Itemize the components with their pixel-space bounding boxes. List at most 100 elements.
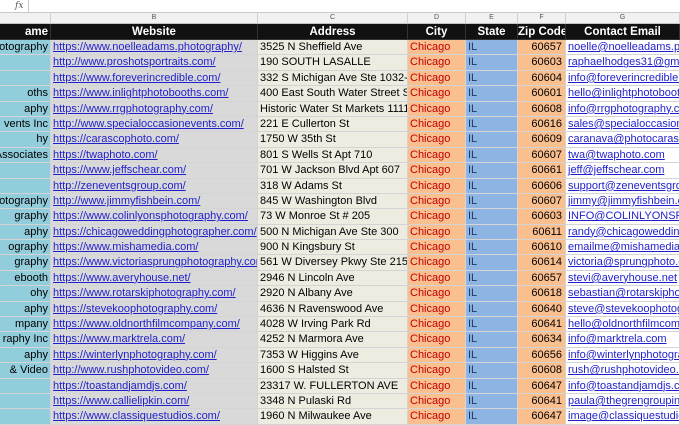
email-link[interactable]: hello@oldnorthfilmcompan	[568, 318, 679, 330]
address-cell[interactable]: 561 W Diversey Pkwy Ste 215	[258, 255, 408, 271]
state-cell[interactable]: IL	[466, 332, 518, 348]
zip-cell[interactable]: 60607	[518, 147, 566, 164]
website-cell[interactable]: https://www.foreverincredible.com/	[51, 70, 258, 87]
website-link[interactable]: https://stevekoophotography.com/	[53, 303, 217, 315]
email-link[interactable]: raphaelhodges31@gmail.co	[568, 56, 679, 68]
address-cell[interactable]: 221 E Cullerton St	[258, 116, 408, 133]
state-cell[interactable]: IL	[466, 86, 518, 102]
email-cell[interactable]: support@zeneventsgroup.c	[566, 178, 680, 194]
zip-cell[interactable]: 60647	[518, 409, 566, 425]
email-cell[interactable]: caranava@photocarasco.co	[566, 132, 680, 148]
column-letter-a[interactable]	[0, 13, 51, 23]
name-cell[interactable]	[0, 70, 51, 87]
name-cell[interactable]: otography	[0, 193, 51, 210]
email-link[interactable]: victoria@sprungphoto.com	[568, 256, 679, 268]
website-link[interactable]: http://www.rushphotovideo.com/	[53, 364, 209, 376]
name-cell[interactable]	[0, 378, 51, 394]
website-link[interactable]: http://zeneventsgroup.com/	[53, 180, 186, 192]
zip-cell[interactable]: 60608	[518, 101, 566, 117]
address-cell[interactable]: 845 W Washington Blvd	[258, 193, 408, 210]
email-cell[interactable]: twa@twaphoto.com	[566, 147, 680, 164]
column-letter-e[interactable]: E	[466, 13, 518, 23]
address-cell[interactable]: 4252 N Marmora Ave	[258, 332, 408, 348]
address-cell[interactable]: 3348 N Pulaski Rd	[258, 393, 408, 410]
state-cell[interactable]: IL	[466, 347, 518, 364]
city-cell[interactable]: Chicago	[408, 55, 466, 71]
website-cell[interactable]: https://www.classiquestudios.com/	[51, 409, 258, 425]
name-cell[interactable]: graphy	[0, 209, 51, 225]
email-cell[interactable]: INFO@COLINLYONSPHOTO	[566, 209, 680, 225]
city-cell[interactable]: Chicago	[408, 163, 466, 179]
address-cell[interactable]: 318 W Adams St	[258, 178, 408, 194]
website-link[interactable]: http://www.proshotsportraits.com/	[53, 56, 216, 68]
function-icon[interactable]: fx	[15, 0, 23, 12]
website-link[interactable]: https://carascophoto.com/	[53, 133, 179, 145]
email-cell[interactable]: paula@thegrengroupinc.co	[566, 393, 680, 410]
website-link[interactable]: https://www.noelleadams.photography/	[53, 41, 242, 53]
header-email[interactable]: Contact Email	[566, 24, 680, 40]
website-cell[interactable]: http://zeneventsgroup.com/	[51, 178, 258, 194]
name-cell[interactable]: aphy	[0, 301, 51, 318]
website-cell[interactable]: https://www.rotarskiphotography.com/	[51, 286, 258, 302]
city-cell[interactable]: Chicago	[408, 363, 466, 379]
zip-cell[interactable]: 60616	[518, 116, 566, 133]
state-cell[interactable]: IL	[466, 409, 518, 425]
state-cell[interactable]: IL	[466, 209, 518, 225]
website-cell[interactable]: https://www.colinlyonsphotography.com/	[51, 209, 258, 225]
state-cell[interactable]: IL	[466, 116, 518, 133]
header-address[interactable]: Address	[258, 24, 408, 40]
name-cell[interactable]: hy	[0, 132, 51, 148]
address-cell[interactable]: 701 W Jackson Blvd Apt 607	[258, 163, 408, 179]
name-cell[interactable]: ohy	[0, 286, 51, 302]
state-cell[interactable]: IL	[466, 132, 518, 148]
name-cell[interactable]: aphy	[0, 101, 51, 117]
name-cell[interactable]: aphy	[0, 224, 51, 241]
name-cell[interactable]: oths	[0, 86, 51, 102]
state-cell[interactable]: IL	[466, 163, 518, 179]
zip-cell[interactable]: 60641	[518, 317, 566, 333]
city-cell[interactable]: Chicago	[408, 70, 466, 87]
zip-cell[interactable]: 60610	[518, 240, 566, 256]
website-link[interactable]: https://www.oldnorthfilmcompany.com/	[53, 318, 240, 330]
city-cell[interactable]: Chicago	[408, 378, 466, 394]
website-link[interactable]: https://www.mishamedia.com/	[53, 241, 199, 253]
address-cell[interactable]: 7353 W Higgins Ave	[258, 347, 408, 364]
email-link[interactable]: hello@inlightphotobooths	[568, 87, 679, 99]
website-cell[interactable]: https://toastandjamdjs.com/	[51, 378, 258, 394]
name-cell[interactable]	[0, 55, 51, 71]
column-letter-d[interactable]: D	[408, 13, 466, 23]
website-cell[interactable]: http://www.proshotsportraits.com/	[51, 55, 258, 71]
zip-cell[interactable]: 60608	[518, 363, 566, 379]
column-letter-g[interactable]: G	[566, 13, 680, 23]
state-cell[interactable]: IL	[466, 55, 518, 71]
website-cell[interactable]: https://chicagoweddingphotographer.com/	[51, 224, 258, 241]
email-link[interactable]: info@toastandjamdjs.com	[568, 380, 679, 392]
name-cell[interactable]: otography	[0, 40, 51, 56]
column-letter-f[interactable]: F	[518, 13, 566, 23]
email-cell[interactable]: emailme@mishamedia.com	[566, 240, 680, 256]
state-cell[interactable]: IL	[466, 178, 518, 194]
city-cell[interactable]: Chicago	[408, 332, 466, 348]
email-link[interactable]: info@marktrela.com	[568, 333, 667, 345]
column-letter-b[interactable]: B	[51, 13, 258, 23]
zip-cell[interactable]: 60640	[518, 301, 566, 318]
state-cell[interactable]: IL	[466, 317, 518, 333]
address-cell[interactable]: 4028 W Irving Park Rd	[258, 317, 408, 333]
city-cell[interactable]: Chicago	[408, 132, 466, 148]
zip-cell[interactable]: 60661	[518, 163, 566, 179]
address-cell[interactable]: 500 N Michigan Ave Ste 300	[258, 224, 408, 241]
column-letter-c[interactable]: C	[258, 13, 408, 23]
website-cell[interactable]: https://www.callielipkin.com/	[51, 393, 258, 410]
email-link[interactable]: image@classiquestudios.co	[568, 410, 679, 422]
city-cell[interactable]: Chicago	[408, 116, 466, 133]
address-cell[interactable]: 190 SOUTH LASALLE	[258, 55, 408, 71]
email-link[interactable]: sebastian@rotarskiphotog	[568, 287, 679, 299]
website-cell[interactable]: https://winterlynphotography.com/	[51, 347, 258, 364]
state-cell[interactable]: IL	[466, 193, 518, 210]
state-cell[interactable]: IL	[466, 101, 518, 117]
header-website[interactable]: Website	[51, 24, 258, 40]
email-cell[interactable]: sales@specialoccasioneven	[566, 116, 680, 133]
website-link[interactable]: https://www.averyhouse.net/	[53, 272, 191, 284]
website-link[interactable]: https://twaphoto.com/	[53, 149, 158, 161]
email-cell[interactable]: sebastian@rotarskiphotog	[566, 286, 680, 302]
